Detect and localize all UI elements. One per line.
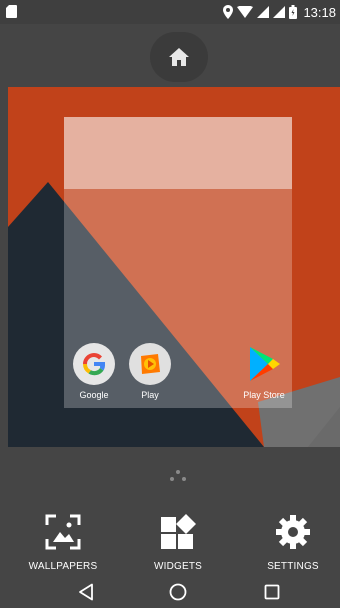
wallpaper-icon — [45, 514, 81, 550]
widgets-button[interactable]: WIDGETS — [123, 510, 233, 572]
wifi-icon — [237, 6, 254, 18]
status-bar: 13:18 — [0, 0, 340, 24]
app-play-store[interactable]: Play Store — [234, 343, 294, 400]
app-label: Google — [79, 390, 109, 400]
search-bar-placeholder — [64, 117, 292, 189]
default-home-screen-indicator[interactable] — [150, 32, 208, 82]
navigation-bar — [0, 575, 340, 608]
sd-card-icon — [6, 5, 17, 18]
gear-icon — [276, 515, 310, 549]
status-icons: 13:18 — [223, 0, 336, 24]
wallpapers-label: WALLPAPERS — [28, 561, 98, 572]
google-icon — [73, 343, 115, 385]
app-label: Play — [141, 390, 159, 400]
app-label: Play Store — [243, 390, 285, 400]
home-icon — [169, 48, 189, 66]
recents-button[interactable] — [252, 579, 292, 605]
recents-icon — [264, 584, 280, 600]
play-store-icon — [243, 343, 285, 385]
page-dot — [176, 470, 180, 474]
page-indicator — [166, 470, 190, 484]
status-time: 13:18 — [303, 4, 336, 20]
signal-icon-2 — [273, 6, 286, 18]
page-dot — [170, 477, 174, 481]
home-button[interactable] — [158, 579, 198, 605]
location-icon — [223, 5, 234, 19]
app-google[interactable]: Google — [64, 343, 124, 400]
back-icon — [79, 583, 93, 601]
play-music-icon — [129, 343, 171, 385]
home-circle-icon — [169, 583, 187, 601]
signal-icon — [257, 6, 270, 18]
settings-button[interactable]: SETTINGS — [238, 510, 340, 572]
wallpapers-button[interactable]: WALLPAPERS — [8, 510, 118, 572]
settings-label: SETTINGS — [267, 561, 319, 572]
overview-options: WALLPAPERS WIDGETS SETTINGS — [0, 510, 340, 575]
workspace-preview[interactable]: Google Play Play Store — [64, 117, 292, 408]
page-dot — [182, 477, 186, 481]
battery-icon — [289, 5, 298, 19]
app-play[interactable]: Play — [120, 343, 180, 400]
back-button[interactable] — [66, 579, 106, 605]
widgets-label: WIDGETS — [153, 561, 203, 572]
widgets-icon — [161, 514, 196, 549]
